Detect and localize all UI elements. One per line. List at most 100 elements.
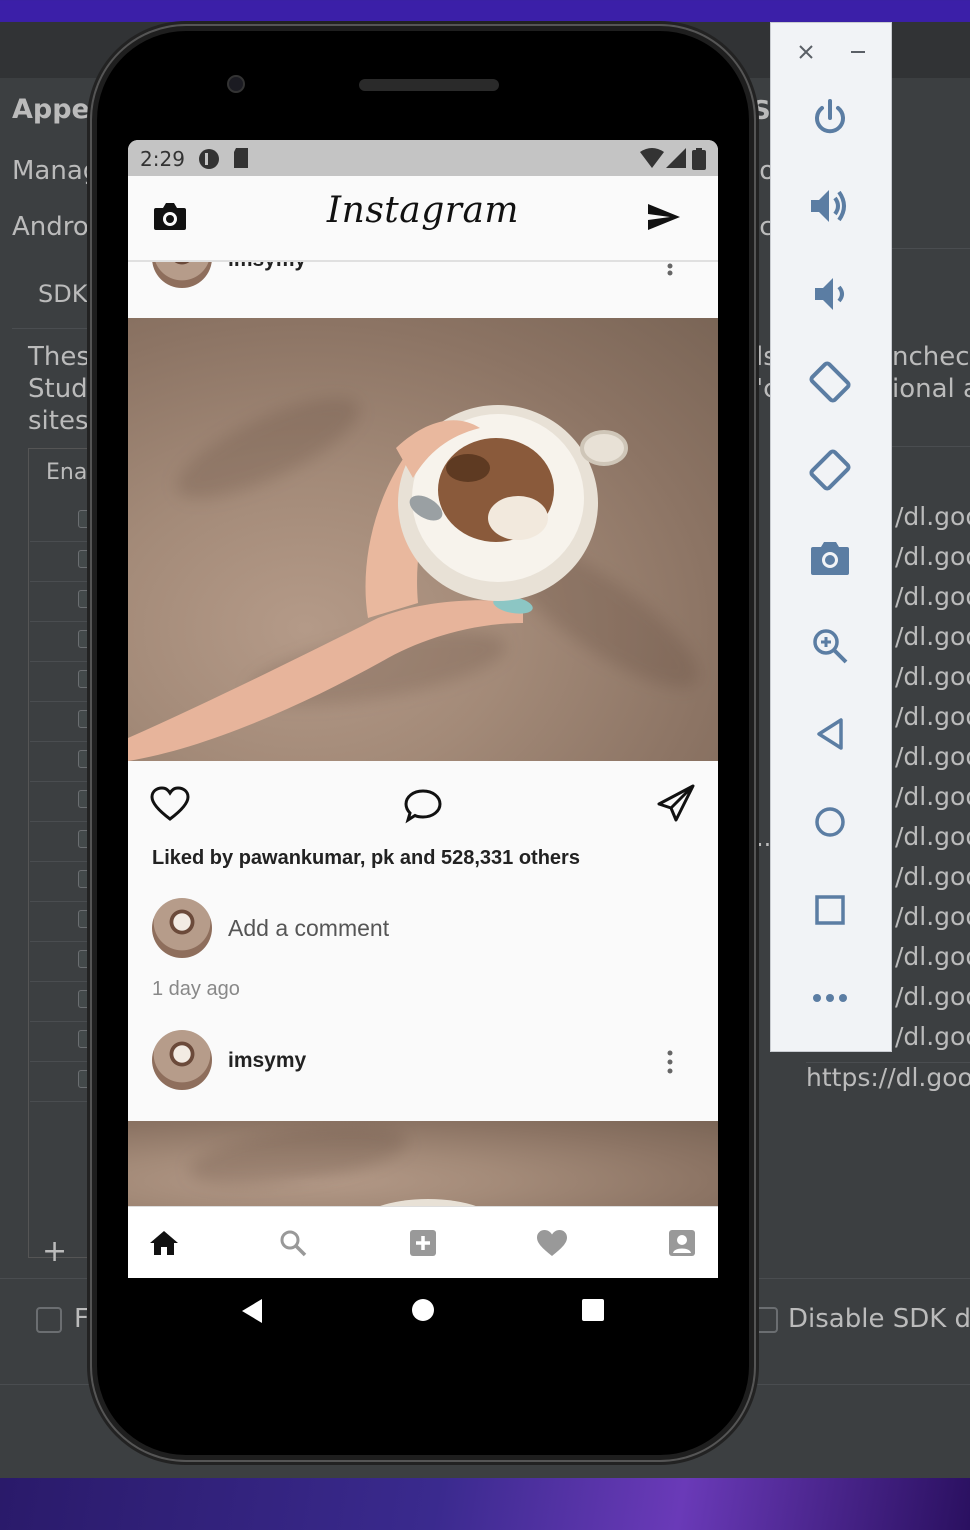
instagram-logo: Instagram [326,190,520,231]
comment-icon[interactable] [403,788,443,829]
table-row [30,982,96,1022]
site-url: /dl.goo [895,662,970,691]
disable-sdk-checkbox[interactable] [752,1307,778,1333]
divider [12,328,92,329]
add-box-icon[interactable] [403,1225,443,1261]
ide-desc-line: Thes [28,342,90,372]
ide-desc-line: Studi [28,374,95,404]
rotate-left-icon[interactable] [805,357,855,407]
signal-icon [666,148,686,173]
table-row [30,582,96,622]
post-image[interactable] [128,318,718,761]
avatar [152,898,212,958]
checkbox-f-label: F [74,1304,89,1334]
post-actions [128,760,718,840]
sd-card-icon [232,148,250,173]
rotate-right-icon[interactable] [805,445,855,495]
site-url: /dl.goo [895,782,970,811]
ide-desc-line: sites [28,406,89,436]
divider [892,446,970,447]
overview-icon[interactable] [805,885,855,935]
avatar[interactable] [152,1030,212,1090]
phone-screen: 2:29 Instagram imsymy [128,140,718,1278]
ide-label-android: Androi [12,212,97,242]
desktop-wallpaper [0,1478,970,1530]
table-row [30,702,96,742]
post-timestamp: 1 day ago [152,978,240,1000]
bottom-navigation [128,1206,718,1278]
table-row [30,1062,96,1102]
share-icon[interactable] [656,784,696,827]
site-url: /dl.goo [895,582,970,611]
site-url: /dl.goo [895,702,970,731]
site-url: /dl.goo [895,902,970,931]
table-row [30,742,96,782]
site-url: /dl.goo [895,822,970,851]
site-url: /dl.goo [895,1022,970,1051]
disable-sdk-label: Disable SDK di [788,1304,970,1334]
zoom-icon[interactable] [805,621,855,671]
site-url: /dl.goo [895,862,970,891]
table-row [30,502,96,542]
post-header: imsymy [128,262,718,318]
battery-icon [692,148,706,175]
ide-ellipsis: .. [756,824,772,852]
front-camera [227,75,245,93]
favorite-icon[interactable] [532,1225,572,1261]
close-icon[interactable] [797,43,815,66]
site-url: /dl.goo [895,742,970,771]
post-username[interactable]: imsymy [228,262,306,272]
avatar[interactable] [152,262,212,288]
site-url: /dl.goo [895,982,970,1011]
notification-icon [198,148,220,175]
add-comment-input[interactable]: Add a comment [228,915,389,942]
checkbox-f[interactable] [36,1307,62,1333]
site-url: /dl.goo [895,622,970,651]
earpiece-speaker [359,79,499,91]
table-row [30,662,96,702]
emulator-toolbar [770,22,892,1052]
table-row [30,822,96,862]
site-url: /dl.goo [895,942,970,971]
more-icon[interactable] [805,973,855,1023]
table-row [30,622,96,662]
ide-label-manage: Manag [12,156,100,186]
heart-icon[interactable] [150,786,190,827]
back-icon[interactable] [805,709,855,759]
app-bar: Instagram [128,176,718,262]
search-icon[interactable] [273,1225,313,1261]
post-username[interactable]: imsymy [228,1049,306,1073]
profile-icon[interactable] [662,1225,702,1261]
home-button-icon[interactable] [411,1298,435,1327]
minimize-icon[interactable] [849,43,867,66]
site-url: /dl.goo [895,542,970,571]
table-header-enabled: Enal [46,460,94,485]
table-row [30,862,96,902]
wifi-icon [640,148,664,173]
volume-down-icon[interactable] [805,269,855,319]
post-image[interactable] [128,1121,718,1207]
site-url: /dl.goo [895,502,970,531]
send-icon[interactable] [646,202,682,237]
status-bar: 2:29 [128,140,718,176]
divider [892,248,970,249]
table-row [30,942,96,982]
back-icon[interactable] [240,1298,264,1329]
coffee-cup-partial [377,1199,479,1207]
more-vert-icon[interactable] [667,1050,673,1079]
likes-text: Liked by pawankumar, pk and 528,331 othe… [152,847,580,869]
status-time: 2:29 [140,147,185,171]
table-row [30,1022,96,1062]
overview-icon[interactable] [581,1298,605,1327]
add-site-button[interactable]: + [42,1234,67,1269]
more-vert-icon[interactable] [667,262,673,281]
home-icon[interactable] [805,797,855,847]
volume-up-icon[interactable] [805,181,855,231]
power-icon[interactable] [805,93,855,143]
screenshot-icon[interactable] [805,533,855,583]
site-url-last: https://dl.goo [806,1062,970,1098]
home-icon[interactable] [144,1225,184,1261]
coffee-hand-illustration [128,405,628,761]
ide-tab-sdk[interactable]: SDK [38,280,87,308]
table-row [30,902,96,942]
